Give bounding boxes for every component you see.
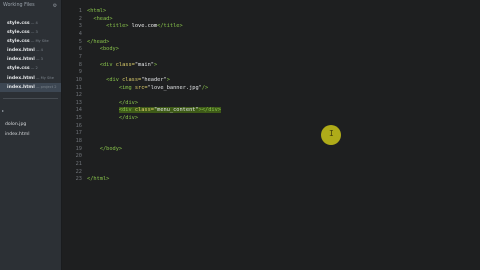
working-file-item[interactable]: style.css — 2 [0,64,61,73]
file-name: index.html [7,57,35,63]
line-number: 23 [75,176,82,183]
line-number: 21 [75,161,82,167]
code-text: </div> [118,115,139,122]
code-line: 10 <div class="header"> [62,77,480,85]
code-line: 8 <div class="main"> [62,62,480,70]
file-name: style.css [7,66,30,72]
code-line: 17 [62,130,480,138]
file-location: — 4 [34,48,43,53]
code-line: 15 </div> [62,115,480,123]
working-files-list: style.css — 4 style.css — 3 style.css — … [0,19,61,92]
code-text: <html> [87,8,107,14]
line-number: 7 [78,53,82,60]
working-file-item-active[interactable]: index.html — project 2 [0,82,61,92]
code-line: 13 </div> [62,100,480,108]
code-text: <body> [99,46,119,53]
code-text: </body> [99,145,123,152]
line-number: 8 [78,61,82,68]
file-name: index.html [7,48,35,54]
working-file-item[interactable]: index.html — My Site [0,74,61,83]
code-line: 22 [62,169,480,177]
file-name: index.html [7,84,35,90]
code-editor[interactable]: 1 <html> 2 <head> 3 <title> love.com</tit… [62,0,480,270]
code-line: 5 </head> [62,39,480,47]
code-line: 19 </body> [62,146,480,154]
code-line: 21 [62,161,480,169]
line-number: 10 [75,76,82,83]
project-files-list: dolon.jpg index.html [0,120,61,140]
code-text: <img src="love_banner.jpg"/> [118,84,209,91]
code-text: </html> [87,176,110,183]
working-file-item[interactable]: style.css — 3 [0,28,61,37]
code-line: 23 </html> [62,176,480,184]
line-number: 22 [75,168,82,175]
line-number: 2 [78,15,82,22]
code-line: 4 [62,31,480,39]
line-number: 4 [78,30,82,37]
line-number: 5 [78,38,82,45]
line-number: 19 [75,145,82,152]
sidebar: Working Files ⚙ style.css — 4 style.css … [0,0,62,270]
working-file-item[interactable]: style.css — 4 [0,19,61,28]
line-number: 17 [75,130,82,137]
line-number: 6 [78,46,82,53]
file-location: — 4 [29,21,38,25]
project-file-item[interactable]: index.html [0,130,61,140]
working-file-item[interactable]: index.html — 3 [0,55,61,64]
code-line: 11 <img src="love_banner.jpg"/> [62,85,480,93]
line-number: 11 [75,84,82,91]
line-number: 12 [75,92,82,99]
file-location: — My Site [34,75,54,80]
code-line: 1 <html> [62,8,480,16]
file-name: style.css [7,21,30,26]
file-location: — 3 [34,57,43,62]
project-expand-icon[interactable]: ▸ [2,108,4,113]
line-number: 13 [75,99,82,106]
code-text: <div class="main"> [99,61,158,68]
code-text-selected: <div class="menu_content"></div> [118,107,221,114]
line-number: 14 [75,107,82,114]
code-text: </div> [118,99,139,106]
working-files-header: Working Files [3,3,35,8]
line-number: 1 [78,8,82,14]
code-line: 3 <title> love.com</title> [62,23,480,31]
code-line-current: 14 <div class="menu_content"></div> [62,107,480,115]
code-line: 16 [62,123,480,131]
working-file-item[interactable]: style.css — My Site [0,37,61,46]
file-name: style.css [7,30,30,36]
code-line: 2 <head> [62,16,480,24]
code-line: 6 <body> [62,46,480,54]
code-line: 18 [62,138,480,146]
line-number: 20 [75,153,82,160]
working-file-item[interactable]: index.html — 4 [0,46,61,55]
settings-icon[interactable]: ⚙ [52,3,58,9]
line-number: 3 [78,23,82,30]
sidebar-divider [3,98,58,99]
line-number: 9 [78,69,82,76]
line-number: 16 [75,122,82,129]
code-text: <div class="header"> [106,76,170,83]
project-file-item[interactable]: dolon.jpg [0,120,61,130]
text-cursor-icon: I [329,129,334,138]
line-number: 18 [75,138,82,145]
file-location: — project 2 [34,84,57,89]
file-location: — 2 [29,66,38,71]
line-number: 15 [75,115,82,122]
code-line: 7 [62,54,480,62]
file-name: index.html [7,75,35,81]
mouse-cursor-highlight: I [321,125,341,145]
file-name: style.css [7,39,30,45]
code-line: 12 [62,92,480,100]
file-location: — 3 [29,30,38,35]
code-text: </head> [87,38,110,45]
file-location: — My Site [29,39,49,44]
code-line: 20 [62,153,480,161]
code-text: <head> [93,15,113,22]
code-text: <title> love.com</title> [106,23,183,30]
code-line: 9 [62,69,480,77]
